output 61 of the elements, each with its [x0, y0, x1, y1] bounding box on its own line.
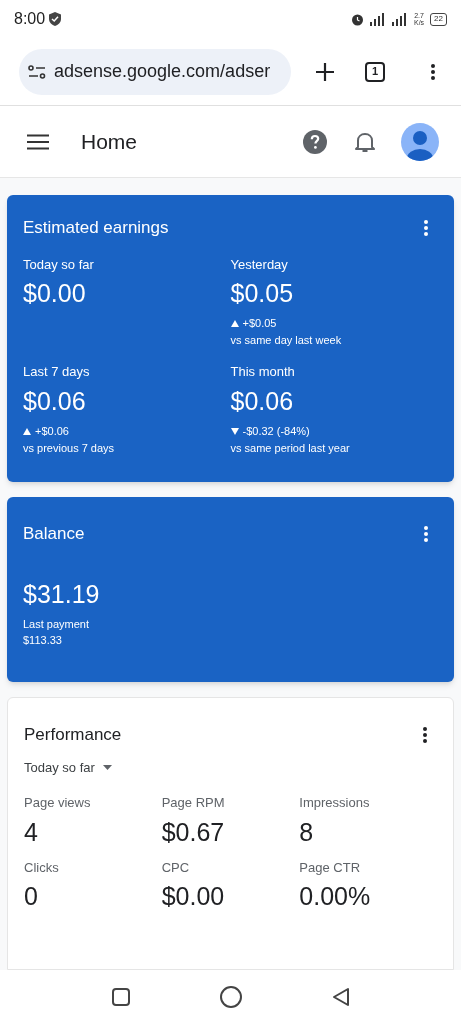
card-title: Performance	[24, 724, 122, 746]
earnings-value: $0.06	[230, 385, 295, 417]
card-title: Balance	[23, 523, 85, 545]
caret-icon	[102, 764, 112, 770]
card-title: Estimated earnings	[23, 217, 169, 239]
signal-icon	[391, 12, 408, 26]
circle-icon	[219, 986, 242, 1008]
metric-label: Impressions	[299, 794, 371, 812]
change-value: +$0.05	[242, 316, 277, 332]
bell-icon	[355, 130, 375, 153]
square-icon	[111, 988, 130, 1006]
change-value: +$0.06	[35, 424, 69, 439]
help-button[interactable]	[301, 127, 329, 156]
period-label: Last 7 days	[23, 363, 91, 382]
signal-icon	[369, 12, 386, 26]
metric-value: $0.00	[161, 881, 226, 913]
metric-label: CPC	[161, 858, 191, 877]
metric-value: 4	[24, 816, 39, 848]
comparison-text: vs previous 7 days	[23, 440, 116, 456]
metric-label: Page views	[24, 794, 92, 812]
avatar[interactable]	[401, 122, 439, 161]
earnings-value: $0.05	[230, 278, 295, 309]
comparison-text: vs same day last week	[230, 332, 343, 348]
shield-icon	[49, 12, 62, 26]
last-payment-value: $113.33	[23, 633, 63, 649]
up-triangle-icon	[23, 427, 31, 435]
change-value: -$0.32 (-84%)	[242, 424, 310, 439]
metric-label: Page CTR	[299, 858, 362, 877]
last-payment-label: Last payment	[23, 616, 91, 632]
earnings-value: $0.00	[23, 278, 87, 309]
metric-value: $0.67	[161, 816, 226, 848]
more-icon	[423, 218, 429, 237]
plus-icon	[315, 61, 335, 82]
period-label: Yesterday	[230, 255, 289, 274]
back-icon	[331, 987, 350, 1007]
address-bar[interactable]: adsense.google.com/adser	[19, 48, 291, 95]
battery-indicator: 22	[430, 12, 447, 26]
metric-value: 0	[24, 881, 39, 913]
alarm-icon	[350, 12, 364, 26]
metric-value: 0.00%	[299, 881, 372, 913]
tab-count-button[interactable]: 1	[365, 61, 385, 82]
more-icon	[430, 62, 436, 81]
menu-icon	[27, 133, 49, 150]
comparison-text: vs same period last year	[230, 440, 351, 456]
metric-value: 8	[299, 816, 315, 848]
clock-time: 8:00	[14, 9, 46, 29]
metric-label: Page RPM	[161, 794, 226, 812]
more-icon	[423, 524, 429, 543]
period-label: Today so far	[23, 255, 95, 274]
period-dropdown[interactable]: Today so far	[24, 757, 112, 777]
period-label: This month	[230, 363, 296, 382]
up-triangle-icon	[230, 320, 239, 327]
down-triangle-icon	[230, 427, 239, 435]
earnings-value: $0.06	[23, 385, 87, 417]
page-title: Home	[81, 128, 138, 155]
url-text: adsense.google.com/adser	[54, 60, 271, 83]
balance-value: $31.19	[23, 578, 101, 610]
more-icon	[422, 725, 428, 744]
site-settings-icon	[28, 64, 46, 79]
help-icon	[303, 129, 327, 154]
metric-label: Clicks	[24, 858, 60, 877]
